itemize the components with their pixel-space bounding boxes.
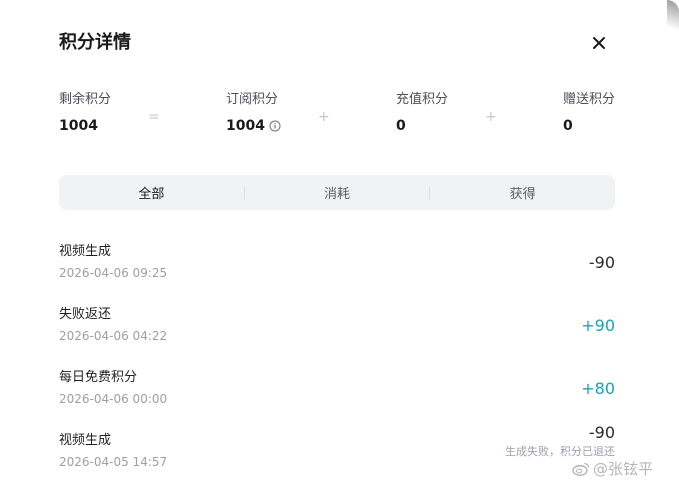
watermark: @张铉平	[572, 458, 653, 479]
plus-sign-1: +	[318, 109, 330, 125]
list-item: 视频生成 2026-04-06 09:25 -90	[59, 237, 615, 300]
remaining-points-label: 剩余积分	[59, 92, 112, 107]
window-corner-shade	[667, 0, 679, 40]
record-time: 2026-04-05 14:57	[59, 455, 168, 469]
record-amount: -90	[588, 423, 615, 442]
subscription-points-value: 1004	[226, 118, 265, 134]
subscription-points-label: 订阅积分	[226, 92, 279, 107]
record-amount: +90	[581, 316, 615, 335]
record-name: 失败返还	[59, 307, 112, 322]
close-button[interactable]	[587, 31, 611, 55]
record-name: 视频生成	[59, 244, 112, 259]
list-item: 失败返还 2026-04-06 04:22 +90	[59, 300, 615, 363]
record-amount: +80	[581, 379, 615, 398]
weibo-logo-icon	[572, 462, 590, 476]
tab-consumed[interactable]: 消耗	[245, 175, 430, 210]
tab-all[interactable]: 全部	[59, 175, 244, 210]
watermark-text: @张铉平	[593, 460, 654, 478]
plus-sign-2: +	[485, 109, 497, 125]
gift-points-label: 赠送积分	[563, 92, 616, 107]
tab-earned[interactable]: 获得	[430, 175, 615, 210]
gift-points-value: 0	[563, 118, 573, 134]
recharge-points-label: 充值积分	[396, 92, 449, 107]
remaining-points-value: 1004	[59, 118, 98, 134]
record-amount: -90	[588, 253, 615, 272]
dialog-title: 积分详情	[59, 32, 131, 53]
record-name: 每日免费积分	[59, 370, 138, 385]
list-item: 每日免费积分 2026-04-06 00:00 +80	[59, 363, 615, 426]
record-time: 2026-04-06 00:00	[59, 392, 168, 406]
subscription-points: 订阅积分 1004	[226, 91, 281, 135]
list-item: 视频生成 2026-04-05 14:57 -90 生成失败，积分已退还	[59, 423, 615, 487]
remaining-points: 剩余积分 1004	[59, 91, 111, 135]
info-icon[interactable]	[269, 120, 281, 132]
equals-sign: =	[148, 109, 160, 125]
points-detail-dialog: 积分详情 剩余积分 1004 = 订阅积分 1004 + 充值积分 0 + 赠送…	[0, 0, 679, 487]
record-time: 2026-04-06 09:25	[59, 266, 168, 280]
gift-points: 赠送积分 0	[563, 91, 615, 135]
record-name: 视频生成	[59, 433, 112, 448]
points-records-list: 视频生成 2026-04-06 09:25 -90 失败返还 2026-04-0…	[59, 237, 615, 487]
recharge-points-value: 0	[396, 118, 406, 134]
points-summary: 剩余积分 1004 = 订阅积分 1004 + 充值积分 0 + 赠送积分 0	[59, 91, 615, 135]
close-icon	[593, 37, 605, 49]
record-time: 2026-04-06 04:22	[59, 329, 168, 343]
filter-tabs: 全部 消耗 获得	[59, 175, 615, 210]
recharge-points: 充值积分 0	[396, 91, 448, 135]
